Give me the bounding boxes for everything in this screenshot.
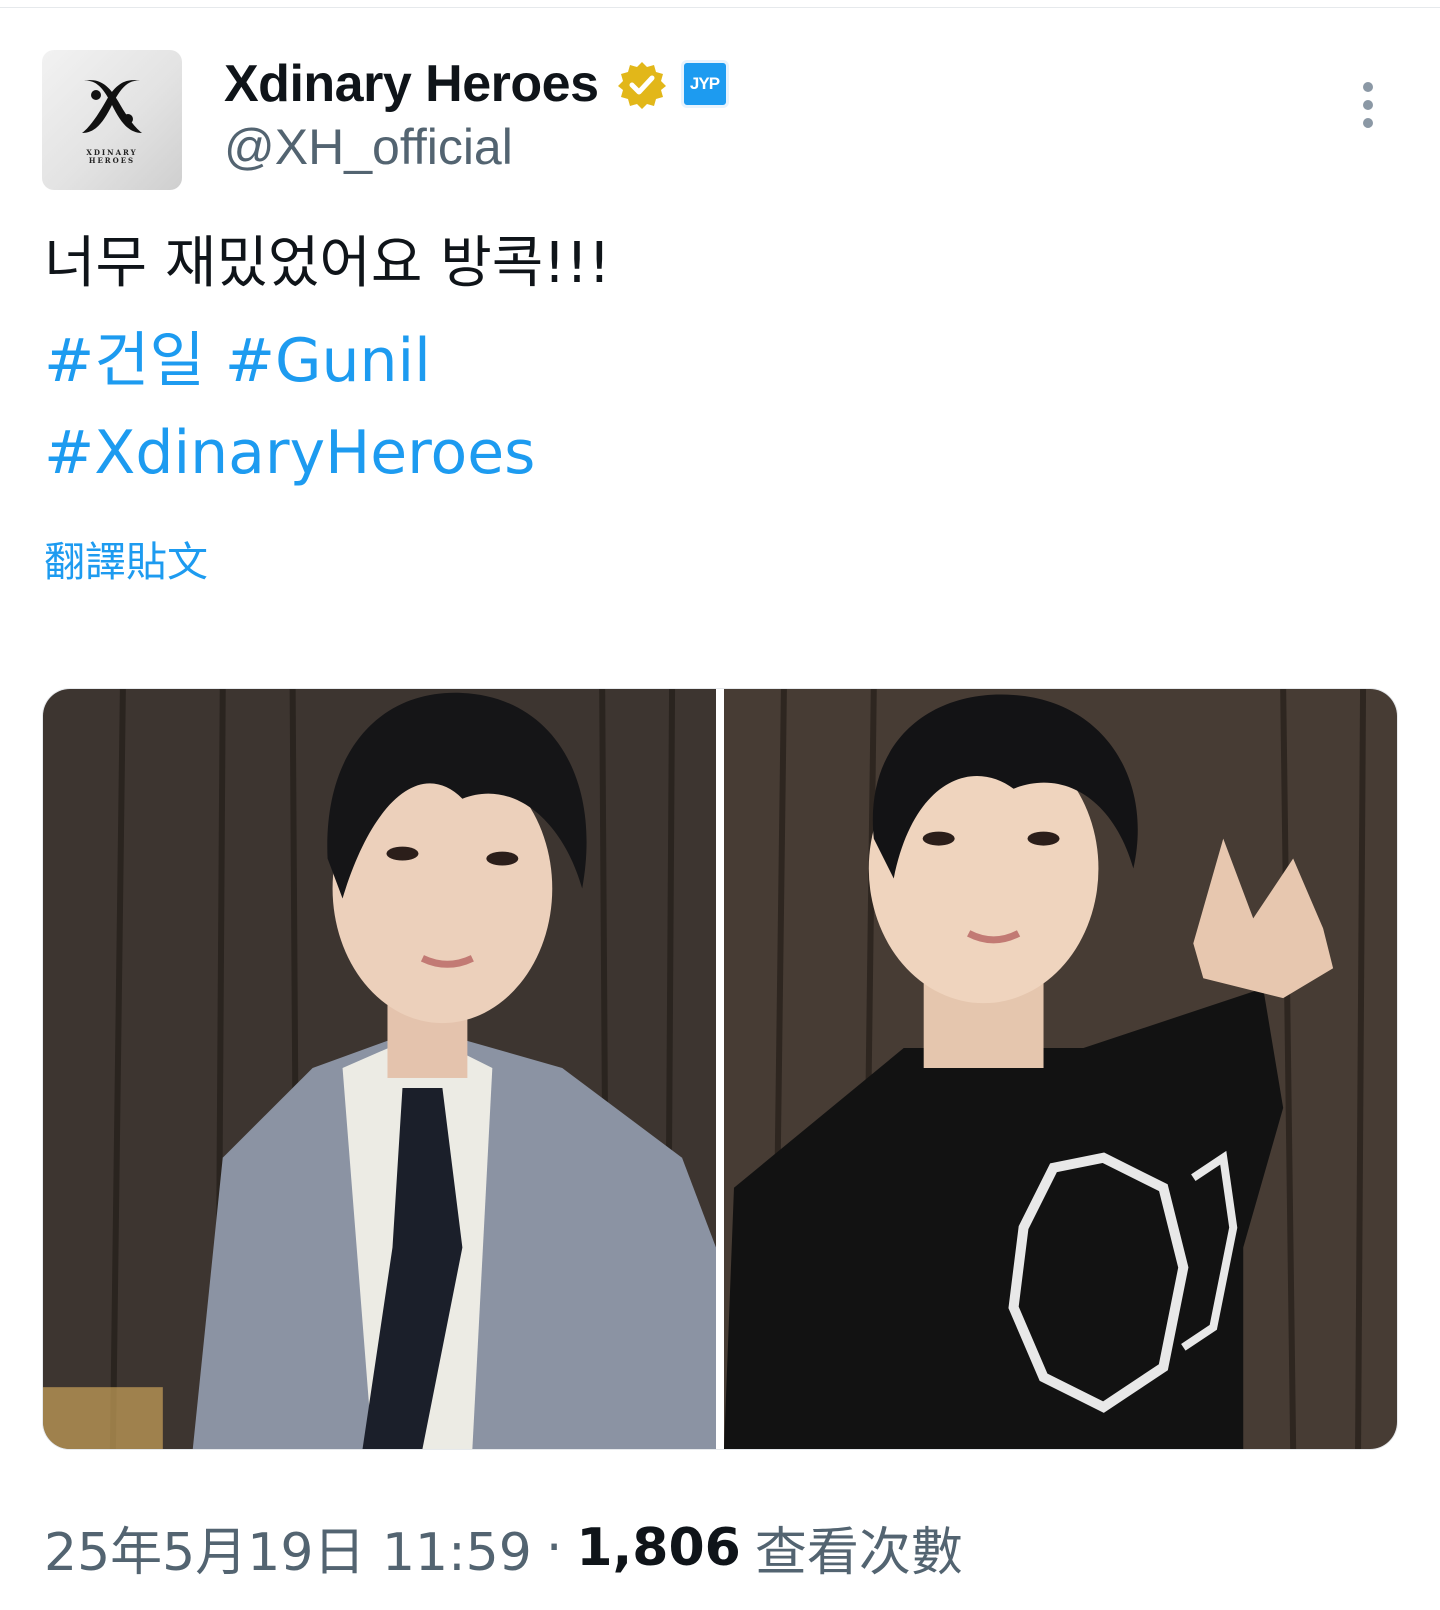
more-options-icon[interactable] (1354, 82, 1382, 128)
tweet-text: 너무 재밌었어요 방콕!!! (44, 231, 611, 296)
avatar-brand-text: XDINARY HEROES (86, 148, 138, 165)
top-divider (0, 0, 1440, 8)
avatar[interactable]: XDINARY HEROES (42, 50, 182, 190)
hashtags-line-1: #건일 #Gunil (44, 326, 451, 396)
views-count: 1,806 (576, 1517, 741, 1578)
author-name-row: Xdinary Heroes JYP (224, 54, 729, 114)
timestamp[interactable]: 25年5月19日 11:59 (44, 1510, 532, 1585)
tweet-meta: 25年5月19日 11:59 · 1,806 查看次數 (44, 1510, 963, 1585)
xh-logo-icon (82, 80, 142, 133)
photo-black-tshirt[interactable] (724, 689, 1397, 1449)
handle[interactable]: @XH_official (224, 118, 513, 176)
photo-gray-suit[interactable] (43, 689, 716, 1449)
affiliate-badge[interactable]: JYP (680, 60, 729, 108)
meta-separator: · (545, 1517, 563, 1578)
hashtag-link[interactable]: #건일 (44, 326, 205, 396)
media-grid (42, 688, 1398, 1450)
translate-post-link[interactable]: 翻譯貼文 (44, 528, 208, 588)
views-label: 查看次數 (754, 1523, 963, 1583)
hashtag-link[interactable]: #Gunil (225, 326, 431, 396)
verified-badge-icon[interactable] (617, 59, 667, 109)
display-name[interactable]: Xdinary Heroes (224, 54, 599, 114)
hashtag-link[interactable]: #XdinaryHeroes (44, 418, 535, 488)
